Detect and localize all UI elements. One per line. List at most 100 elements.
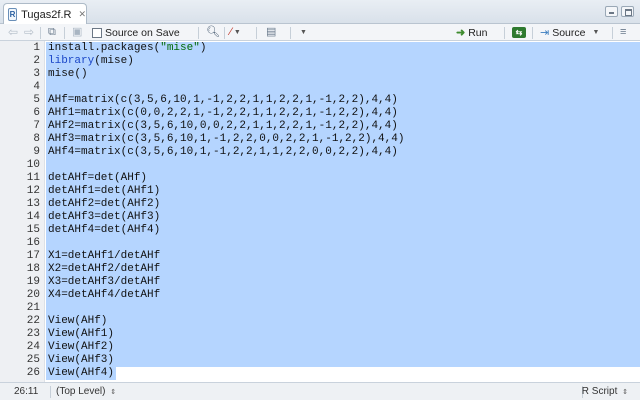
code-line[interactable]: detAHf2=det(AHf2) [46, 198, 160, 211]
line-number: 16 [26, 237, 40, 249]
line-number: 6 [33, 107, 40, 119]
line-number: 23 [26, 328, 40, 340]
line-number: 14 [26, 211, 40, 223]
line-number: 4 [33, 81, 40, 93]
code-line[interactable]: X2=detAHf2/detAHf [46, 263, 160, 276]
scope-selector[interactable]: (Top Level) ⇕ [56, 386, 116, 397]
code-line[interactable]: AHf4=matrix(c(3,5,6,10,1,-1,2,2,1,1,2,2,… [46, 146, 398, 159]
source-label: Source [552, 26, 586, 39]
save-button[interactable]: ▣ [72, 25, 82, 40]
selection-highlight [46, 341, 640, 354]
updown-chevron-icon: ⇕ [110, 389, 117, 396]
search-icon: 🔍︎ [206, 26, 220, 38]
tab-tugas2f[interactable]: R Tugas2f.R ✕ [3, 3, 87, 25]
rerun-button[interactable]: ⇆ [512, 25, 526, 40]
forward-button[interactable]: ⇨ [24, 25, 34, 40]
code-area[interactable]: install.packages("mise") library(mise) mis… [46, 41, 640, 382]
chevron-down-icon[interactable]: ▼ [593, 29, 600, 36]
selection-highlight [46, 55, 640, 68]
show-in-window-button[interactable]: ⧉ [48, 25, 56, 40]
code-line[interactable]: AHf=matrix(c(3,5,6,10,1,-1,2,2,1,1,2,2,1… [46, 94, 398, 107]
code-line[interactable]: AHf2=matrix(c(3,5,6,10,0,0,2,2,1,1,2,2,1… [46, 120, 398, 133]
back-button[interactable]: ⇦ [8, 25, 18, 40]
selection-highlight [46, 328, 640, 341]
run-arrow-icon: ➜ [456, 27, 466, 39]
source-icon: ⇥ [540, 27, 550, 39]
selection-highlight [46, 315, 640, 328]
line-number: 7 [33, 120, 40, 132]
code-line[interactable]: X4=detAHf4/detAHf [46, 289, 160, 302]
line-number: 15 [26, 224, 40, 236]
code-line[interactable]: View(AHf) [46, 315, 107, 328]
r-file-icon: R [8, 8, 18, 21]
code-tools-button[interactable]: ⁄ ▼ [230, 25, 241, 40]
line-number: 11 [26, 172, 40, 184]
file-type-selector[interactable]: R Script ⇕ [582, 386, 628, 397]
code-line[interactable]: X1=detAHf1/detAHf [46, 250, 160, 263]
code-line[interactable]: detAHf=det(AHf) [46, 172, 147, 185]
source-on-save-toggle[interactable]: Source on Save [92, 25, 180, 40]
forward-arrow-icon: ⇨ [24, 25, 35, 39]
close-icon[interactable]: ✕ [78, 9, 86, 20]
line-number: 3 [33, 68, 40, 80]
line-number: 25 [26, 354, 40, 366]
run-label: Run [468, 26, 488, 39]
code-line[interactable] [46, 237, 48, 250]
line-number: 21 [26, 302, 40, 314]
selection-highlight [46, 302, 640, 315]
run-button[interactable]: ➜ Run [456, 25, 487, 40]
minimize-icon[interactable] [605, 6, 618, 17]
more-options-button[interactable]: ▼ [298, 25, 307, 40]
code-line[interactable]: View(AHf1) [46, 328, 114, 341]
tab-title: Tugas2f.R [21, 8, 72, 21]
rerun-icon: ⇆ [512, 27, 526, 38]
code-line[interactable]: detAHf1=det(AHf1) [46, 185, 160, 198]
line-number: 17 [26, 250, 40, 262]
code-line[interactable]: detAHf4=det(AHf4) [46, 224, 160, 237]
code-line[interactable]: View(AHf4) [46, 367, 114, 380]
line-number: 13 [26, 198, 40, 210]
code-line[interactable]: AHf3=matrix(c(3,5,6,10,1,-1,2,2,0,0,2,2,… [46, 133, 404, 146]
code-line[interactable]: library(mise) [46, 55, 134, 68]
selection-highlight [46, 81, 640, 94]
line-number: 5 [33, 94, 40, 106]
source-on-save-label: Source on Save [105, 26, 180, 39]
code-line[interactable]: View(AHf2) [46, 341, 114, 354]
editor-menu-button[interactable]: ≡ [620, 25, 626, 40]
maximize-icon[interactable] [621, 6, 634, 17]
code-editor[interactable]: 1 2 3 4 5 6 7 8 9 10 11 12 13 14 15 16 17 18 19 20 21 22 23 24 2… [0, 41, 640, 382]
compile-report-button[interactable]: ▤ [266, 25, 276, 40]
code-line[interactable]: View(AHf3) [46, 354, 114, 367]
code-line[interactable]: AHf1=matrix(c(0,0,2,2,1,-1,2,2,1,1,2,2,1… [46, 107, 398, 120]
selection-highlight [46, 68, 640, 81]
editor-toolbar: ⇦ ⇨ ⧉ ▣ Source on Save 🔍︎ ⁄ ▼ ▤ ▼ ➜ Run … [0, 24, 640, 41]
line-number: 19 [26, 276, 40, 288]
line-number: 22 [26, 315, 40, 327]
code-line[interactable] [46, 81, 48, 94]
scope-label: (Top Level) [56, 386, 106, 397]
line-number: 24 [26, 341, 40, 353]
line-number: 20 [26, 289, 40, 301]
file-type-label: R Script [581, 386, 618, 397]
code-line[interactable]: mise() [46, 68, 88, 81]
compile-report-icon: ▤ [266, 26, 277, 38]
save-icon: ▣ [72, 26, 83, 38]
find-replace-button[interactable]: 🔍︎ [206, 25, 220, 40]
updown-chevron-icon: ⇕ [622, 389, 628, 396]
source-button[interactable]: ⇥ Source ▼ [540, 25, 599, 40]
line-number: 2 [33, 55, 40, 67]
back-arrow-icon: ⇦ [8, 25, 19, 39]
code-line[interactable]: detAHf3=det(AHf3) [46, 211, 160, 224]
show-in-window-icon: ⧉ [48, 26, 56, 38]
selection-highlight [46, 354, 640, 367]
code-line[interactable]: X3=detAHf3/detAHf [46, 276, 160, 289]
code-line[interactable]: install.packages("mise") [46, 42, 206, 55]
source-on-save-checkbox[interactable] [92, 27, 102, 38]
pane-controls [605, 6, 634, 17]
line-number-gutter: 1 2 3 4 5 6 7 8 9 10 11 12 13 14 15 16 17 18 19 20 21 22 23 24 2… [0, 41, 45, 382]
code-line[interactable] [46, 159, 48, 172]
selection-highlight [46, 159, 640, 172]
line-number: 26 [26, 367, 40, 379]
code-line[interactable] [46, 302, 48, 315]
chevron-down-icon: ▼ [233, 29, 241, 36]
